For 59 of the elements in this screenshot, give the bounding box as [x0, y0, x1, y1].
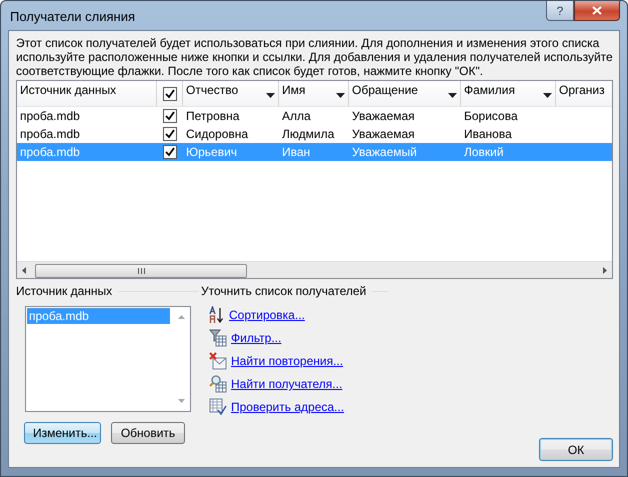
- column-header[interactable]: Источник данных: [17, 81, 157, 106]
- scroll-right-icon[interactable]: [603, 266, 607, 274]
- edit-button[interactable]: Изменить...: [24, 422, 101, 444]
- close-icon: [592, 6, 602, 15]
- link[interactable]: Найти получателя...: [231, 377, 342, 391]
- row-checkbox[interactable]: [163, 127, 177, 141]
- table-cell: проба.mdb: [20, 145, 80, 159]
- link[interactable]: Проверить адреса...: [231, 400, 344, 414]
- table-cell: Людмила: [282, 127, 334, 141]
- column-header[interactable]: Отчество: [183, 81, 279, 106]
- table-cell: Ловкий: [464, 145, 504, 159]
- duplicates-icon: [209, 352, 227, 370]
- row-checkbox[interactable]: [163, 145, 177, 159]
- horizontal-scrollbar[interactable]: [17, 261, 612, 278]
- column-header[interactable]: Имя: [279, 81, 349, 106]
- table-cell: Уважаемая: [352, 127, 415, 141]
- dropdown-icon[interactable]: [543, 93, 552, 98]
- scroll-left-icon[interactable]: [22, 266, 26, 274]
- dropdown-icon[interactable]: [448, 93, 457, 98]
- check-icon: [164, 128, 176, 140]
- validate-icon: [209, 398, 227, 416]
- table-cell: проба.mdb: [20, 109, 80, 123]
- table-cell: Уважаемый: [352, 145, 417, 159]
- group-title: Уточнить список получателей: [201, 284, 366, 298]
- link[interactable]: Фильтр...: [231, 331, 282, 345]
- table-row[interactable]: проба.mdb Сидоровна Людмила Уважаемая Иванова: [17, 125, 612, 143]
- table-cell: Петровна: [186, 109, 240, 123]
- help-button[interactable]: ?: [546, 1, 574, 21]
- grip-icon: [138, 268, 144, 274]
- sort-icon: [209, 306, 225, 324]
- filter-icon: [209, 329, 227, 347]
- group-title: Источник данных: [16, 284, 112, 298]
- dropdown-icon[interactable]: [266, 93, 275, 98]
- table-cell: Уважаемая: [352, 109, 415, 123]
- check-icon: [164, 110, 176, 122]
- column-header[interactable]: Обращение: [349, 81, 461, 106]
- table-cell: Юрьевич: [186, 145, 238, 159]
- link[interactable]: Найти повторения...: [231, 354, 344, 368]
- table-cell: Иванова: [464, 127, 512, 141]
- table-cell: Иван: [282, 145, 310, 159]
- check-icon: [164, 146, 176, 158]
- row-checkbox[interactable]: [163, 109, 177, 123]
- dropdown-icon[interactable]: [336, 93, 345, 98]
- table-cell: проба.mdb: [20, 127, 80, 141]
- column-header[interactable]: Фамилия: [461, 81, 556, 106]
- table-row[interactable]: проба.mdb Петровна Алла Уважаемая Борисова: [17, 107, 612, 125]
- close-button[interactable]: [574, 1, 620, 21]
- table-cell: Борисова: [464, 109, 518, 123]
- select-all-checkbox[interactable]: [162, 86, 176, 100]
- column-header[interactable]: Организ: [556, 81, 612, 106]
- find-recipient-icon: [209, 375, 227, 393]
- table-cell: Сидоровна: [186, 127, 248, 141]
- check-icon: [164, 88, 176, 100]
- table-cell: Алла: [282, 109, 311, 123]
- link[interactable]: Сортировка...: [229, 308, 305, 322]
- window-title: Получатели слияния: [9, 8, 136, 24]
- ok-button[interactable]: ОК: [539, 438, 613, 461]
- refresh-button[interactable]: Обновить: [111, 422, 185, 444]
- intro-text: Этот список получателей будет использоваться при слиянии. Для дополнения и изменения этого списка используйте расположенные ниже кнопки и ссылки. Для добавления и удаления получателей используйте соответствующие флажки. После того как список будет готов, нажмите кнопку "ОК".: [16, 36, 613, 78]
